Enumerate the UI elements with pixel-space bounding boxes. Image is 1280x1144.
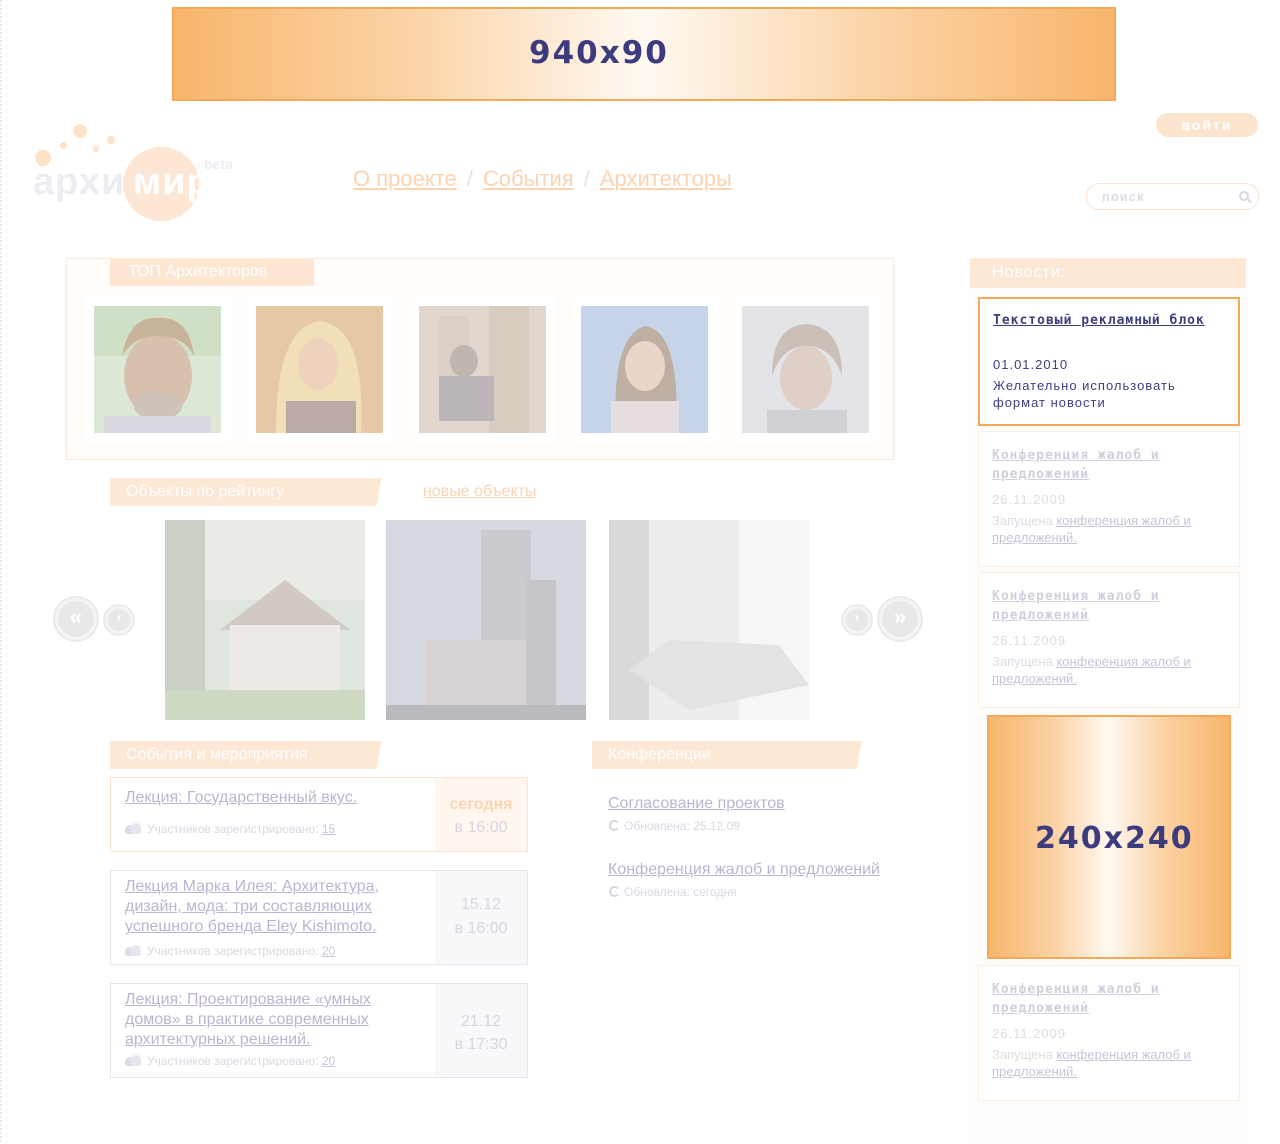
event-title[interactable]: Лекция: Государственный вкус.: [125, 788, 415, 808]
people-icon: [125, 823, 141, 834]
architect-photo: [419, 306, 546, 433]
event-title[interactable]: Лекция Марка Илея: Архитектура, дизайн, …: [125, 877, 415, 937]
event-date: 15.12: [460, 896, 502, 913]
events-title: События и мероприятия: [110, 741, 400, 769]
nav-separator: /: [466, 166, 473, 191]
people-icon: [125, 945, 141, 956]
conferences-title: Конференции: [592, 741, 880, 769]
new-objects-link[interactable]: новые объекты: [423, 483, 537, 501]
conference-link[interactable]: Конференция жалоб и предложений: [608, 861, 880, 879]
nav-separator: /: [583, 166, 590, 191]
event-date-column: 15.12 в 16:00: [435, 871, 527, 964]
architect-card[interactable]: [409, 296, 556, 443]
object-thumbnail[interactable]: [609, 520, 809, 720]
objects-rating-tab[interactable]: Объекты по рейтингу: [110, 478, 400, 506]
architect-photo: [256, 306, 383, 433]
architect-photo: [742, 306, 869, 433]
nav-about[interactable]: О проекте: [353, 166, 457, 191]
news-item[interactable]: Конференция жалоб и предложений 26.11.20…: [978, 431, 1240, 567]
conference-link[interactable]: Согласование проектов: [608, 795, 785, 813]
logo-dot: [93, 146, 99, 152]
news-item-date: 26.11.2009: [992, 1026, 1067, 1041]
participants-label: Участников зарегистрировано:: [147, 822, 319, 836]
news-item-date: 26.11.2009: [992, 492, 1067, 507]
event-date: 21.12: [460, 1013, 502, 1030]
participants-count[interactable]: 20: [322, 1054, 335, 1068]
logo-dot: [60, 142, 67, 149]
news-item-title[interactable]: Конференция жалоб и предложений: [992, 980, 1222, 1018]
text-ad-block[interactable]: Текстовый рекламный блок 01.01.2010 Жела…: [978, 297, 1240, 426]
news-item-text: Запущена конференция жалоб и предложений…: [992, 512, 1228, 546]
event-title[interactable]: Лекция: Проектирование «умных домов» в п…: [125, 990, 415, 1050]
top-ad-banner[interactable]: 940x90: [172, 7, 1116, 101]
nav-architects[interactable]: Архитекторы: [600, 166, 732, 191]
object-thumbnail[interactable]: [386, 520, 586, 720]
event-date: сегодня: [449, 796, 513, 813]
search-box: [1086, 183, 1259, 210]
people-icon: [125, 1055, 141, 1066]
event-date-column: 21.12 в 17:30: [435, 984, 527, 1077]
logo-dot: [107, 136, 115, 144]
news-item-text: Запущена конференция жалоб и предложений…: [992, 653, 1228, 687]
news-item-prefix: Запущена: [992, 513, 1053, 528]
participants-count[interactable]: 15: [322, 822, 335, 836]
event-time: в 16:00: [454, 819, 508, 836]
event-time: в 17:30: [454, 1036, 508, 1053]
participants-label: Участников зарегистрировано:: [147, 1054, 319, 1068]
ad-date: 01.01.2010: [993, 357, 1069, 372]
ad-text: Желательно использовать формат новости: [993, 378, 1176, 410]
architect-card[interactable]: [571, 296, 718, 443]
news-item-prefix: Запущена: [992, 654, 1053, 669]
news-title: Новости:: [970, 258, 1246, 288]
conference-updated: Обновлена: сегодня: [609, 885, 737, 899]
news-item-text: Запущена конференция жалоб и предложений…: [992, 1046, 1228, 1080]
top-banner-label: 940x90: [529, 35, 669, 71]
refresh-icon: [609, 886, 620, 897]
news-item[interactable]: Конференция жалоб и предложений 26.11.20…: [978, 572, 1240, 708]
logo-text-arhi: архи: [33, 161, 126, 203]
event-item[interactable]: Лекция Марка Илея: Архитектура, дизайн, …: [110, 870, 528, 965]
top-architects-title: ТОП Архитекторов: [110, 258, 314, 286]
beta-badge: beta: [204, 156, 233, 172]
event-time: в 16:00: [454, 920, 508, 937]
news-item-prefix: Запущена: [992, 1047, 1053, 1062]
side-ad-banner[interactable]: 240x240: [987, 715, 1231, 959]
participants-label: Участников зарегистрировано:: [147, 944, 319, 958]
conference-updated-text: Обновлена: сегодня: [624, 885, 737, 899]
news-item-title[interactable]: Конференция жалоб и предложений: [992, 446, 1222, 484]
architect-photo: [581, 306, 708, 433]
page-edge: [0, 0, 2, 1144]
side-banner-label: 240x240: [1035, 821, 1194, 856]
object-thumbnail[interactable]: [165, 520, 365, 720]
search-icon[interactable]: [1239, 191, 1249, 201]
event-item[interactable]: Лекция: Проектирование «умных домов» в п…: [110, 983, 528, 1078]
conference-updated: Обновлена: 25.12.09: [609, 819, 740, 833]
double-chevron-right-icon: »: [893, 604, 907, 629]
main-nav: О проекте / События / Архитекторы: [353, 166, 732, 192]
architect-card[interactable]: [84, 296, 231, 443]
event-participants: Участников зарегистрировано: 20: [125, 944, 335, 958]
search-input[interactable]: [1102, 189, 1232, 204]
logo-dot: [73, 124, 87, 138]
news-item-date: 26.11.2009: [992, 633, 1067, 648]
conference-updated-text: Обновлена: 25.12.09: [624, 819, 740, 833]
chevron-right-icon: ›: [854, 609, 860, 626]
architect-card[interactable]: [732, 296, 879, 443]
refresh-icon: [609, 820, 620, 831]
architect-card[interactable]: [246, 296, 393, 443]
participants-count[interactable]: 20: [322, 944, 335, 958]
architect-photo: [94, 306, 221, 433]
nav-events[interactable]: События: [483, 166, 574, 191]
news-item[interactable]: Конференция жалоб и предложений 26.11.20…: [978, 965, 1240, 1101]
news-item-title[interactable]: Конференция жалоб и предложений: [992, 587, 1222, 625]
event-participants: Участников зарегистрировано: 15: [125, 822, 335, 836]
double-chevron-left-icon: «: [69, 604, 83, 629]
event-participants: Участников зарегистрировано: 20: [125, 1054, 335, 1068]
logo-text-mir: мир: [133, 161, 211, 203]
login-button[interactable]: войти: [1156, 113, 1258, 137]
event-item[interactable]: Лекция: Государственный вкус. Участников…: [110, 777, 528, 852]
chevron-left-icon: ‹: [116, 609, 122, 626]
event-date-column: сегодня в 16:00: [435, 778, 527, 851]
ad-title[interactable]: Текстовый рекламный блок: [993, 311, 1223, 330]
